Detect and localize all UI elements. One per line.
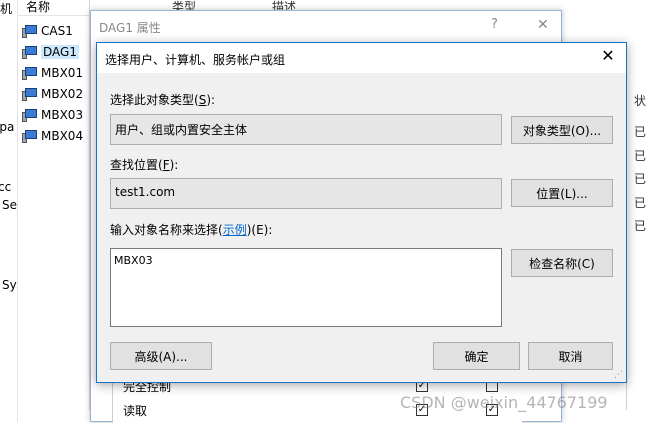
help-button[interactable]: ? (491, 17, 498, 32)
locations-button[interactable]: 位置(L)... (511, 179, 613, 207)
list-item[interactable]: MBX02 (22, 84, 83, 104)
clipped-text: Se (2, 198, 17, 212)
server-icon (22, 24, 38, 38)
left-panel-clipped: 机 ipa cc Se Sy (0, 0, 18, 422)
list-item-label: MBX03 (41, 108, 84, 122)
object-names-input[interactable] (110, 248, 502, 327)
dialog-title: 选择用户、计算机、服务帐户或组 (105, 53, 286, 67)
object-names-label: 输入对象名称来选择(示例)(E): (110, 223, 273, 237)
dialog-titlebar: 选择用户、计算机、服务帐户或组 ✕ (97, 43, 626, 73)
close-icon[interactable]: ✕ (537, 17, 549, 33)
status-cell: 已 (634, 219, 647, 233)
list-item[interactable]: MBX03 (22, 105, 83, 125)
examples-link[interactable]: 示例 (223, 223, 247, 237)
clipped-text: Sy (2, 278, 17, 292)
permission-label: 读取 (123, 403, 148, 418)
close-icon[interactable]: ✕ (600, 48, 616, 64)
status-cell: 已 (634, 149, 647, 163)
ok-button[interactable]: 确定 (433, 342, 520, 370)
server-list: 名称 CAS1 DAG1 MBX01 MBX02 MBX03 MBX04 (18, 0, 90, 410)
right-panel-clipped: 状 已 已 已 已 已 (626, 80, 647, 410)
cancel-button[interactable]: 取消 (528, 342, 613, 370)
list-item-label: DAG1 (41, 45, 79, 59)
window-title: DAG1 属性 (99, 21, 161, 35)
clipped-text: cc (0, 180, 12, 194)
object-type-label: 选择此对象类型(S): (110, 93, 216, 107)
status-cell: 已 (634, 125, 647, 139)
list-item-label: MBX01 (41, 66, 84, 80)
list-item[interactable]: MBX01 (22, 63, 83, 83)
server-icon (22, 108, 38, 122)
select-users-dialog: 选择用户、计算机、服务帐户或组 ✕ 选择此对象类型(S): 用户、组或内置安全主… (96, 42, 627, 383)
watermark: CSDN @weixin_44767199 (400, 393, 608, 412)
permission-row: 读取 (123, 401, 147, 419)
resize-grip-icon[interactable]: ⋰ (614, 370, 624, 380)
status-cell: 已 (634, 196, 647, 210)
list-item[interactable]: CAS1 (22, 21, 73, 41)
location-field: test1.com (110, 178, 502, 209)
server-icon (22, 45, 38, 59)
server-icon (22, 129, 38, 143)
clipped-text: 机 (0, 2, 13, 16)
server-icon (22, 87, 38, 101)
check-names-button[interactable]: 检查名称(C) (511, 249, 613, 277)
location-label: 查找位置(F): (110, 158, 179, 172)
status-header: 状 (634, 94, 647, 108)
list-item[interactable]: DAG1 (22, 42, 79, 62)
server-icon (22, 66, 38, 80)
list-item-label: MBX02 (41, 87, 84, 101)
list-item-label: CAS1 (41, 24, 73, 38)
advanced-button[interactable]: 高级(A)... (110, 342, 212, 370)
object-types-button[interactable]: 对象类型(O)... (511, 116, 613, 144)
clipped-text: ipa (0, 120, 15, 134)
object-type-field: 用户、组或内置安全主体 (110, 114, 502, 145)
status-cell: 已 (634, 172, 647, 186)
list-item[interactable]: MBX04 (22, 126, 83, 146)
column-header-name[interactable]: 名称 (18, 0, 89, 16)
list-item-label: MBX04 (41, 129, 84, 143)
